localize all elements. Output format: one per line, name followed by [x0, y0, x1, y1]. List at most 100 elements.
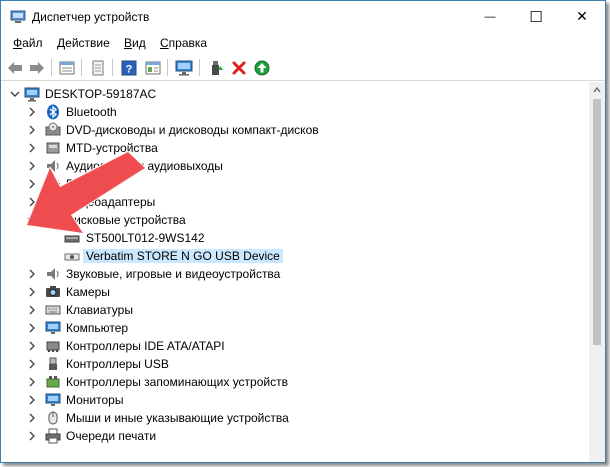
window-title: Диспетчер устройств [32, 10, 150, 24]
properties-list-icon [59, 61, 75, 74]
menu-file-hotkey: Ф [13, 36, 23, 50]
chevron-right-icon[interactable] [26, 411, 38, 425]
tree-child-label: Verbatim STORE N GO USB Device [83, 249, 283, 263]
storage-controller-icon [46, 376, 60, 388]
chevron-right-icon[interactable] [26, 429, 38, 443]
tree-item-ide[interactable]: Контроллеры IDE ATA/ATAPI [1, 337, 587, 355]
menu-bar: Файл Действие Вид Справка [1, 32, 605, 54]
tree-item-mtd[interactable]: MTD-устройства [1, 139, 587, 157]
toolbar-separator [112, 59, 113, 76]
menu-file[interactable]: Файл [13, 36, 43, 50]
menu-help[interactable]: Справка [160, 36, 207, 50]
uninstall-x-icon [232, 61, 246, 74]
chevron-right-icon[interactable] [26, 285, 38, 299]
chevron-right-icon[interactable] [26, 339, 38, 353]
tree-item-label: Звуковые, игровые и видеоустройства [66, 267, 281, 281]
help-button[interactable]: ? [119, 58, 139, 77]
tree-item-label: Мыши и иные указывающие устройства [66, 411, 289, 425]
mouse-icon [48, 411, 58, 425]
tree-item-bluetooth[interactable]: Bluetooth [1, 103, 587, 121]
tree-item-disk-drives[interactable]: Дисковые устройства [1, 211, 587, 229]
menu-action[interactable]: Действие [57, 36, 110, 50]
scroll-up-icon [593, 87, 601, 93]
usb-disk-icon [64, 253, 80, 261]
update-driver-icon [212, 60, 223, 75]
chevron-right-icon[interactable] [26, 105, 38, 119]
tree-item-monitors[interactable]: Мониторы [1, 391, 587, 409]
monitor-icon [45, 393, 61, 406]
close-button[interactable]: ✕ [559, 1, 605, 32]
scan-hardware-button[interactable] [174, 58, 194, 77]
update-driver-button[interactable] [206, 58, 226, 77]
tree-item-dvd[interactable]: DVD-дисководы и дисководы компакт-дисков [1, 121, 587, 139]
tree-item-computer[interactable]: Компьютер [1, 319, 587, 337]
tree-child-hard-disk[interactable]: ST500LT012-9WS142 [1, 229, 587, 247]
tree-item-label: Дисковые устройства [66, 213, 186, 227]
menu-action-label: ействие [65, 36, 110, 50]
minimize-icon: — [484, 10, 496, 23]
close-icon: ✕ [576, 8, 588, 24]
print-queue-icon [45, 428, 61, 444]
battery-icon [46, 180, 60, 189]
tree-child-usb-disk[interactable]: Verbatim STORE N GO USB Device [1, 247, 587, 265]
chevron-right-icon[interactable] [26, 177, 38, 191]
chevron-right-icon[interactable] [26, 195, 38, 209]
help-icon: ? [121, 60, 137, 75]
tree-root[interactable]: DESKTOP-59187AC [1, 85, 587, 103]
toolbar-separator [81, 59, 82, 76]
chevron-right-icon[interactable] [26, 303, 38, 317]
scroll-thumb[interactable] [593, 99, 601, 345]
tree-item-keyboards[interactable]: Клавиатуры [1, 301, 587, 319]
scroll-up-button[interactable] [589, 82, 605, 98]
vertical-scrollbar[interactable] [589, 82, 605, 462]
chevron-right-icon[interactable] [26, 123, 38, 137]
maximize-button[interactable]: ☐ [513, 1, 559, 32]
menu-action-hotkey: Д [57, 36, 66, 50]
tree-item-label: Контроллеры IDE ATA/ATAPI [66, 339, 225, 353]
bluetooth-icon [47, 104, 59, 120]
forward-button[interactable] [27, 58, 47, 77]
tree-item-label: Контроллеры USB [66, 357, 169, 371]
computer-icon [45, 321, 61, 334]
chevron-right-icon[interactable] [26, 357, 38, 371]
toolbar-separator [167, 59, 168, 76]
tree-item-sound-video[interactable]: Звуковые, игровые и видеоустройства [1, 265, 587, 283]
menu-view-hotkey: В [124, 36, 133, 50]
minimize-button[interactable]: — [467, 1, 513, 32]
chevron-right-icon[interactable] [26, 375, 38, 389]
chevron-right-icon[interactable] [26, 267, 38, 281]
chevron-right-icon[interactable] [26, 141, 38, 155]
tree-item-cameras[interactable]: Камеры [1, 283, 587, 301]
device-manager-app-icon [10, 10, 26, 23]
tree-item-batteries[interactable]: Батареи [1, 175, 587, 193]
tree-item-usb-controllers[interactable]: Контроллеры USB [1, 355, 587, 373]
svg-text:?: ? [126, 63, 133, 75]
menu-view[interactable]: Вид [124, 36, 146, 50]
tree-item-label: Компьютер [66, 321, 129, 335]
tree-item-storage-controllers[interactable]: Контроллеры запоминающих устройств [1, 373, 587, 391]
properties-button[interactable] [88, 58, 108, 77]
toolbar-separator [199, 59, 200, 76]
chevron-down-icon[interactable] [9, 87, 21, 101]
show-hide-tree-button[interactable] [57, 58, 77, 77]
tree-item-label: Видеоадаптеры [66, 195, 156, 209]
chevron-right-icon[interactable] [26, 393, 38, 407]
tree-item-display-adapters[interactable]: Видеоадаптеры [1, 193, 587, 211]
title-bar[interactable]: Диспетчер устройств — ☐ ✕ [1, 1, 605, 32]
tree-item-mice[interactable]: Мыши и иные указывающие устройства [1, 409, 587, 427]
mtd-device-icon [46, 142, 60, 154]
tree-item-print-queues[interactable]: Очереди печати [1, 427, 587, 445]
speaker-icon [47, 268, 59, 280]
tree-item-audio-io[interactable]: Аудиовходы и аудиовыходы [1, 157, 587, 175]
details-icon [145, 61, 161, 74]
enable-device-button[interactable] [252, 58, 272, 77]
chevron-right-icon[interactable] [26, 159, 38, 173]
chevron-down-icon[interactable] [26, 213, 38, 227]
uninstall-device-button[interactable] [229, 58, 249, 77]
chevron-right-icon[interactable] [26, 321, 38, 335]
menu-help-label: правка [168, 36, 208, 50]
details-button[interactable] [143, 58, 163, 77]
back-button[interactable] [5, 58, 25, 77]
device-tree[interactable]: DESKTOP-59187AC Bluetooth DVD-дисководы … [1, 82, 587, 462]
menu-help-hotkey: С [160, 36, 169, 50]
